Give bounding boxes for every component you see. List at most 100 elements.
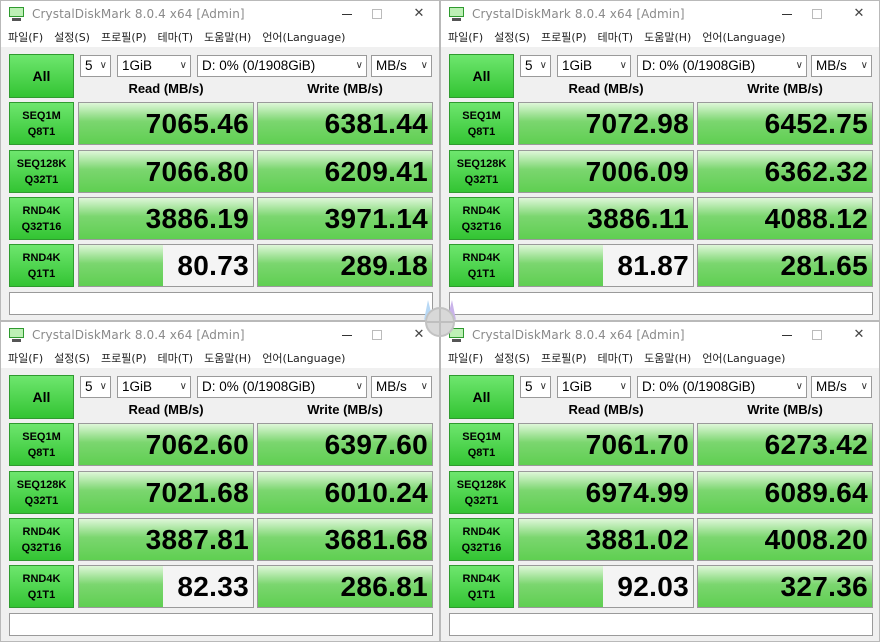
menu-profile[interactable]: 프로필(P) [541, 350, 587, 366]
comment-field[interactable] [449, 613, 873, 636]
menu-profile[interactable]: 프로필(P) [541, 29, 587, 45]
test-button[interactable]: RND4K Q32T16 [9, 197, 74, 240]
read-value: 7065.46 [145, 108, 249, 139]
test-size-value: 1GiB [562, 379, 593, 394]
title-bar: CrystalDiskMark 8.0.4 x64 [Admin] ✕ [1, 1, 439, 27]
minimize-icon[interactable] [775, 325, 799, 345]
test-button[interactable]: RND4K Q1T1 [449, 244, 514, 287]
read-value: 7061.70 [585, 429, 689, 460]
menu-settings[interactable]: 설정(S) [54, 350, 90, 366]
test-count-value: 5 [85, 58, 93, 73]
menu-help[interactable]: 도움말(H) [204, 350, 251, 366]
all-button[interactable]: All [9, 375, 74, 419]
menu-file[interactable]: 파일(F) [8, 350, 43, 366]
test-params: Q32T1 [464, 173, 499, 186]
menu-language[interactable]: 언어(Language) [262, 350, 345, 366]
menu-file[interactable]: 파일(F) [8, 29, 43, 45]
drive-select[interactable]: D: 0% (0/1908GiB) ∨ [197, 55, 367, 77]
drive-value: D: 0% (0/1908GiB) [642, 379, 756, 394]
test-size-select[interactable]: 1GiB ∨ [117, 376, 191, 398]
write-result: 3971.14 [257, 197, 433, 240]
test-button[interactable]: RND4K Q1T1 [9, 565, 74, 608]
menu-profile[interactable]: 프로필(P) [101, 29, 147, 45]
close-icon[interactable]: ✕ [847, 325, 871, 345]
test-button[interactable]: RND4K Q32T16 [9, 518, 74, 561]
menu-file[interactable]: 파일(F) [448, 29, 483, 45]
write-column-header: Write (MB/s) [747, 402, 823, 417]
test-button[interactable]: SEQ128K Q32T1 [9, 150, 74, 193]
maximize-icon[interactable] [805, 325, 829, 345]
unit-select[interactable]: MB/s ∨ [371, 376, 432, 398]
read-value: 7021.68 [145, 477, 249, 508]
read-value: 3887.81 [145, 524, 249, 555]
drive-select[interactable]: D: 0% (0/1908GiB) ∨ [637, 55, 807, 77]
write-value: 6273.42 [764, 429, 868, 460]
read-value: 3886.19 [145, 203, 249, 234]
write-result: 6397.60 [257, 423, 433, 466]
drive-select[interactable]: D: 0% (0/1908GiB) ∨ [197, 376, 367, 398]
test-params: Q32T16 [461, 541, 502, 554]
test-button[interactable]: RND4K Q1T1 [9, 244, 74, 287]
maximize-icon[interactable] [365, 4, 389, 24]
test-count-select[interactable]: 5 ∨ [520, 55, 551, 77]
test-size-select[interactable]: 1GiB ∨ [557, 55, 631, 77]
comment-field[interactable] [9, 613, 433, 636]
unit-select[interactable]: MB/s ∨ [371, 55, 432, 77]
test-button[interactable]: SEQ128K Q32T1 [9, 471, 74, 514]
menu-settings[interactable]: 설정(S) [494, 29, 530, 45]
unit-select[interactable]: MB/s ∨ [811, 376, 872, 398]
menu-file[interactable]: 파일(F) [448, 350, 483, 366]
menu-settings[interactable]: 설정(S) [54, 29, 90, 45]
test-button[interactable]: RND4K Q1T1 [449, 565, 514, 608]
test-button[interactable]: SEQ1M Q8T1 [9, 102, 74, 145]
test-button[interactable]: SEQ1M Q8T1 [449, 102, 514, 145]
menu-help[interactable]: 도움말(H) [644, 350, 691, 366]
menu-theme[interactable]: 테마(T) [158, 29, 194, 45]
minimize-icon[interactable] [335, 4, 359, 24]
test-count-select[interactable]: 5 ∨ [520, 376, 551, 398]
unit-select[interactable]: MB/s ∨ [811, 55, 872, 77]
menu-profile[interactable]: 프로필(P) [101, 350, 147, 366]
menu-theme[interactable]: 테마(T) [598, 350, 634, 366]
test-size-select[interactable]: 1GiB ∨ [117, 55, 191, 77]
read-result: 7021.68 [78, 471, 254, 514]
test-count-select[interactable]: 5 ∨ [80, 376, 111, 398]
test-button[interactable]: SEQ1M Q8T1 [449, 423, 514, 466]
test-name: RND4K [22, 251, 61, 264]
test-size-select[interactable]: 1GiB ∨ [557, 376, 631, 398]
minimize-icon[interactable] [775, 4, 799, 24]
minimize-icon[interactable] [335, 325, 359, 345]
all-button[interactable]: All [449, 375, 514, 419]
menu-language[interactable]: 언어(Language) [262, 29, 345, 45]
test-button[interactable]: RND4K Q32T16 [449, 197, 514, 240]
close-icon[interactable]: ✕ [847, 4, 871, 24]
menu-language[interactable]: 언어(Language) [702, 29, 785, 45]
menu-theme[interactable]: 테마(T) [158, 350, 194, 366]
chevron-down-icon: ∨ [355, 60, 363, 71]
menu-help[interactable]: 도움말(H) [644, 29, 691, 45]
all-button[interactable]: All [449, 54, 514, 98]
close-icon[interactable]: ✕ [407, 4, 431, 24]
chevron-down-icon: ∨ [539, 60, 547, 71]
menu-theme[interactable]: 테마(T) [598, 29, 634, 45]
comment-field[interactable] [449, 292, 873, 315]
test-count-value: 5 [525, 379, 533, 394]
crystaldiskmark-window: CrystalDiskMark 8.0.4 x64 [Admin] ✕ 파일(F… [440, 0, 880, 321]
write-column-header: Write (MB/s) [747, 81, 823, 96]
unit-value: MB/s [816, 379, 847, 394]
test-button[interactable]: SEQ1M Q8T1 [9, 423, 74, 466]
menu-settings[interactable]: 설정(S) [494, 350, 530, 366]
test-button[interactable]: RND4K Q32T16 [449, 518, 514, 561]
menu-help[interactable]: 도움말(H) [204, 29, 251, 45]
test-count-select[interactable]: 5 ∨ [80, 55, 111, 77]
comment-field[interactable] [9, 292, 433, 315]
test-button[interactable]: SEQ128K Q32T1 [449, 471, 514, 514]
chevron-down-icon: ∨ [420, 60, 428, 71]
read-result: 7061.70 [518, 423, 694, 466]
menu-language[interactable]: 언어(Language) [702, 350, 785, 366]
drive-select[interactable]: D: 0% (0/1908GiB) ∨ [637, 376, 807, 398]
all-button[interactable]: All [9, 54, 74, 98]
maximize-icon[interactable] [805, 4, 829, 24]
test-button[interactable]: SEQ128K Q32T1 [449, 150, 514, 193]
maximize-icon[interactable] [365, 325, 389, 345]
